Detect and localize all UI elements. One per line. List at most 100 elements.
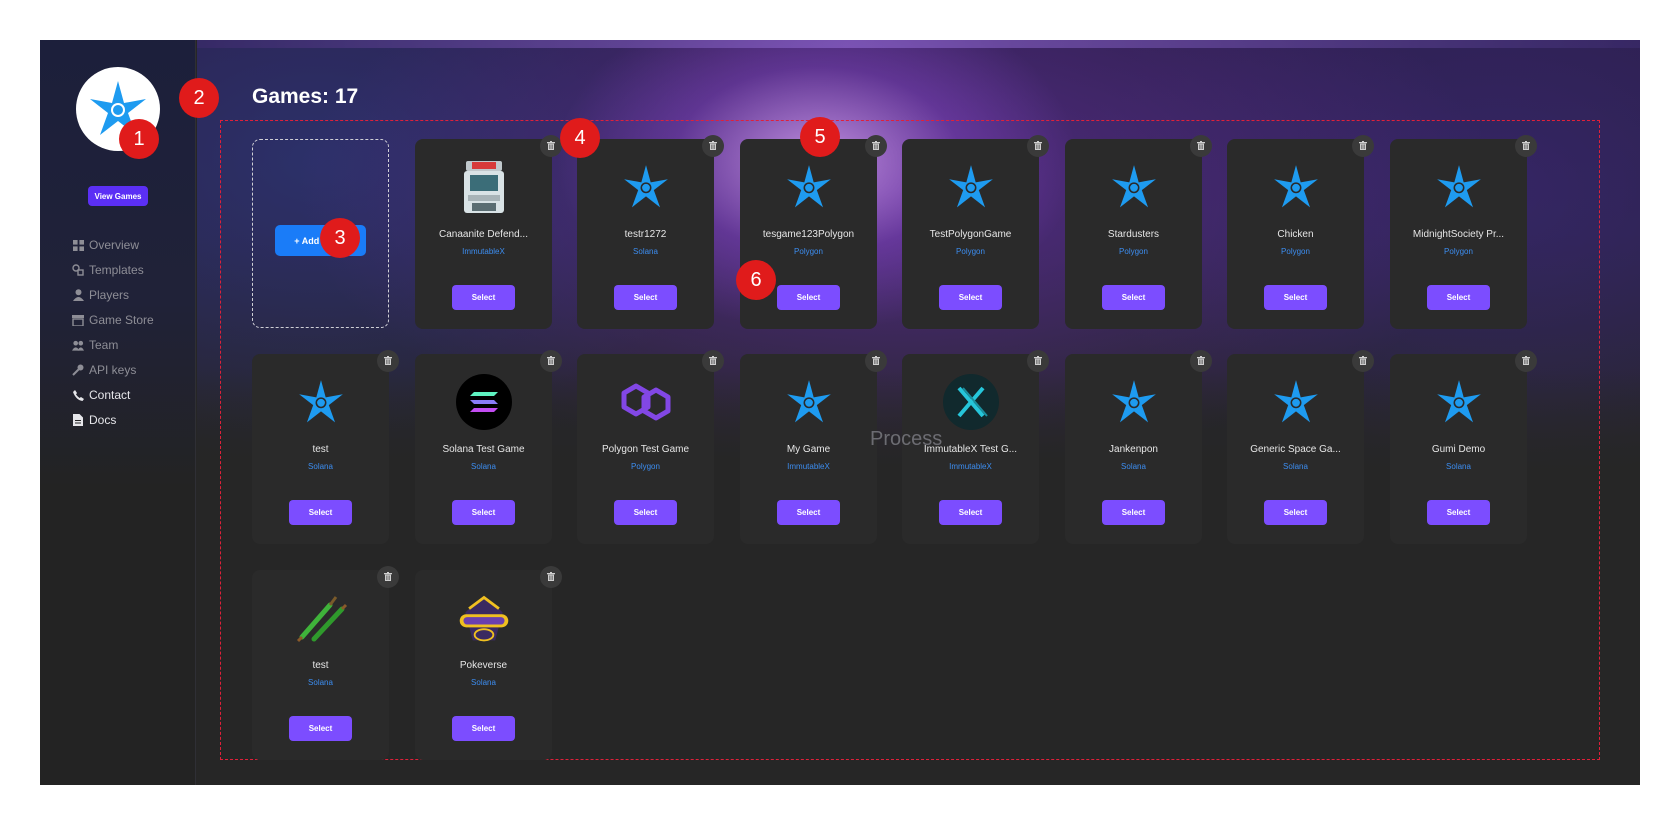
delete-game-button[interactable] xyxy=(1515,135,1537,157)
sidebar-item-contact[interactable]: Contact xyxy=(72,387,130,403)
sidebar-item-game-store[interactable]: Game Store xyxy=(72,312,154,328)
trash-icon xyxy=(1522,352,1530,370)
star-logo-icon xyxy=(293,374,349,430)
view-games-button[interactable]: View Games xyxy=(88,186,148,206)
sidebar-item-label: Contact xyxy=(89,388,131,402)
trash-icon xyxy=(709,137,717,155)
sidebar-item-team[interactable]: Team xyxy=(72,337,118,353)
pokeverse-logo-icon xyxy=(456,590,512,646)
star-logo-icon xyxy=(618,159,674,215)
game-chain: Solana xyxy=(308,462,333,471)
delete-game-button[interactable] xyxy=(377,350,399,372)
delete-game-button[interactable] xyxy=(1027,350,1049,372)
delete-game-button[interactable] xyxy=(540,135,562,157)
game-card: Canaanite Defend... ImmutableX Select xyxy=(415,135,562,329)
sidebar-item-label: Docs xyxy=(89,413,117,427)
delete-game-button[interactable] xyxy=(1352,135,1374,157)
game-card: testr1272 Solana Select xyxy=(577,135,724,329)
game-name: Canaanite Defend... xyxy=(439,229,528,240)
game-chain: Polygon xyxy=(631,462,660,471)
game-card: test Solana Select xyxy=(252,350,399,544)
delete-game-button[interactable] xyxy=(865,350,887,372)
game-chain: Solana xyxy=(471,462,496,471)
game-chain: Solana xyxy=(1121,462,1146,471)
trash-icon xyxy=(1197,352,1205,370)
sidebar-item-overview[interactable]: Overview xyxy=(72,237,139,253)
game-card: Gumi Demo Solana Select xyxy=(1390,350,1537,544)
sidebar-item-label: Overview xyxy=(89,238,140,252)
polygon-logo-icon xyxy=(618,374,674,430)
trash-icon xyxy=(1034,352,1042,370)
annotation-badge: 6 xyxy=(736,260,776,300)
delete-game-button[interactable] xyxy=(865,135,887,157)
select-game-button[interactable]: Select xyxy=(939,285,1002,310)
phone-icon xyxy=(72,389,84,401)
annotation-badge: 5 xyxy=(800,117,840,157)
immutablex-logo-icon xyxy=(943,374,999,430)
annotation-badge: 4 xyxy=(560,118,600,158)
trash-icon xyxy=(384,352,392,370)
select-game-button[interactable]: Select xyxy=(1264,285,1327,310)
select-game-button[interactable]: Select xyxy=(289,716,352,741)
game-chain: Solana xyxy=(471,678,496,687)
star-logo-icon xyxy=(781,159,837,215)
game-card: Solana Test Game Solana Select xyxy=(415,350,562,544)
game-chain: Solana xyxy=(1446,462,1471,471)
sidebar-item-players[interactable]: Players xyxy=(72,287,129,303)
select-game-button[interactable]: Select xyxy=(614,500,677,525)
sidebar-item-api-keys[interactable]: API keys xyxy=(72,362,136,378)
game-chain: Polygon xyxy=(1281,247,1310,256)
star-logo-icon xyxy=(943,159,999,215)
shapes-icon xyxy=(72,264,84,276)
game-card: MidnightSociety Pr... Polygon Select xyxy=(1390,135,1537,329)
sidebar-item-templates[interactable]: Templates xyxy=(72,262,144,278)
select-game-button[interactable]: Select xyxy=(1102,285,1165,310)
select-game-button[interactable]: Select xyxy=(1264,500,1327,525)
delete-game-button[interactable] xyxy=(540,566,562,588)
game-name: test xyxy=(312,444,329,455)
game-chain: Polygon xyxy=(1119,247,1148,256)
game-chain: Solana xyxy=(308,678,333,687)
annotation-badge: 1 xyxy=(119,119,159,159)
trash-icon xyxy=(547,137,555,155)
hero-top-glow xyxy=(197,40,1640,48)
trash-icon xyxy=(1522,137,1530,155)
star-logo-icon xyxy=(781,374,837,430)
grid-icon xyxy=(72,239,84,251)
sidebar-item-docs[interactable]: Docs xyxy=(72,412,116,428)
select-game-button[interactable]: Select xyxy=(452,285,515,310)
delete-game-button[interactable] xyxy=(1027,135,1049,157)
delete-game-button[interactable] xyxy=(1515,350,1537,372)
game-name: Stardusters xyxy=(1107,229,1160,240)
delete-game-button[interactable] xyxy=(702,135,724,157)
game-name: Solana Test Game xyxy=(442,444,525,455)
delete-game-button[interactable] xyxy=(540,350,562,372)
delete-game-button[interactable] xyxy=(377,566,399,588)
delete-game-button[interactable] xyxy=(1352,350,1374,372)
game-name: tesgame123Polygon xyxy=(762,229,855,240)
select-game-button[interactable]: Select xyxy=(452,716,515,741)
delete-game-button[interactable] xyxy=(702,350,724,372)
select-game-button[interactable]: Select xyxy=(1102,500,1165,525)
select-game-button[interactable]: Select xyxy=(777,500,840,525)
select-game-button[interactable]: Select xyxy=(939,500,1002,525)
process-overlay-text: Process xyxy=(870,428,943,450)
delete-game-button[interactable] xyxy=(1190,350,1212,372)
select-game-button[interactable]: Select xyxy=(1427,500,1490,525)
game-card: Generic Space Ga... Solana Select xyxy=(1227,350,1374,544)
game-card: TestPolygonGame Polygon Select xyxy=(902,135,1049,329)
select-game-button[interactable]: Select xyxy=(1427,285,1490,310)
game-name: testr1272 xyxy=(624,229,667,240)
crossed-swords-icon xyxy=(293,590,349,646)
select-game-button[interactable]: Select xyxy=(614,285,677,310)
delete-game-button[interactable] xyxy=(1190,135,1212,157)
game-name: test xyxy=(312,660,329,671)
arcade-machine-icon xyxy=(456,159,512,215)
select-game-button[interactable]: Select xyxy=(452,500,515,525)
annotation-badge: 2 xyxy=(179,78,219,118)
select-game-button[interactable]: Select xyxy=(777,285,840,310)
game-name: MidnightSociety Pr... xyxy=(1412,229,1505,240)
sidebar-item-label: API keys xyxy=(89,363,137,377)
game-name: My Game xyxy=(786,444,831,455)
select-game-button[interactable]: Select xyxy=(289,500,352,525)
